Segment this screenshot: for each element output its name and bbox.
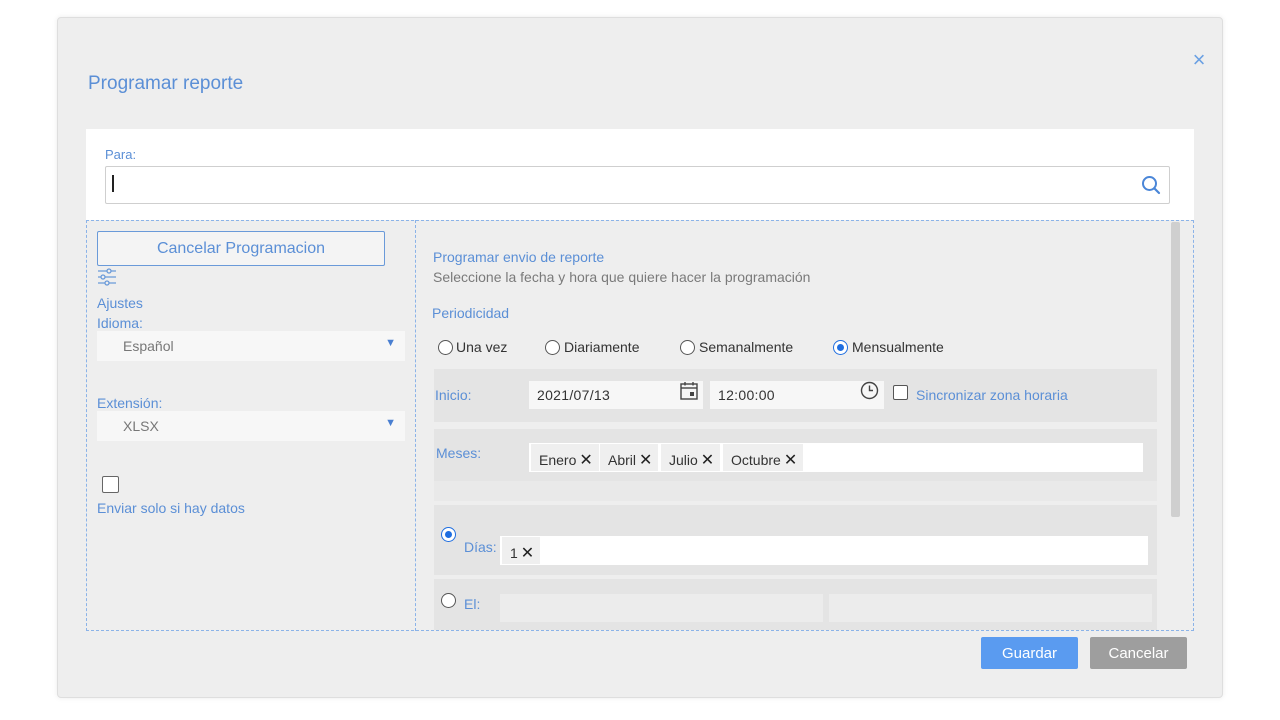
dialog-title: Programar reporte bbox=[88, 73, 244, 94]
calendar-icon[interactable] bbox=[680, 381, 698, 400]
remove-icon[interactable]: ✕ bbox=[784, 452, 797, 469]
recipient-input[interactable] bbox=[105, 166, 1170, 204]
on-weekday-select[interactable] bbox=[829, 594, 1152, 622]
scrollbar[interactable] bbox=[1171, 222, 1180, 517]
sliders-icon[interactable] bbox=[97, 268, 117, 286]
clock-icon[interactable] bbox=[860, 381, 879, 400]
radio-weekly[interactable] bbox=[680, 340, 695, 355]
month-tag: Enero ✕ bbox=[531, 444, 599, 471]
close-icon[interactable]: × bbox=[1190, 49, 1208, 71]
remove-icon[interactable]: ✕ bbox=[521, 545, 534, 562]
remove-icon[interactable]: ✕ bbox=[579, 452, 592, 469]
language-select[interactable]: Español ▼ bbox=[97, 331, 405, 361]
radio-on[interactable] bbox=[441, 593, 456, 608]
on-label: El: bbox=[464, 596, 481, 612]
remove-icon[interactable]: ✕ bbox=[701, 452, 714, 469]
language-label: Idioma: bbox=[97, 315, 143, 331]
month-tag: Octubre ✕ bbox=[723, 444, 804, 471]
days-multiselect[interactable] bbox=[500, 536, 1148, 565]
schedule-subheading: Seleccione la fecha y hora que quiere ha… bbox=[433, 269, 811, 285]
day-tag: 1 ✕ bbox=[502, 537, 541, 564]
radio-once-label[interactable]: Una vez bbox=[456, 339, 507, 355]
radio-daily-label[interactable]: Diariamente bbox=[564, 339, 639, 355]
settings-label: Ajustes bbox=[97, 295, 143, 311]
extension-select[interactable]: XLSX ▼ bbox=[97, 411, 405, 441]
language-value: Español bbox=[123, 338, 174, 354]
start-time-input[interactable]: 12:00:00 bbox=[710, 381, 884, 409]
on-ordinal-select[interactable] bbox=[500, 594, 823, 622]
extension-value: XLSX bbox=[123, 418, 159, 434]
start-time-value: 12:00:00 bbox=[718, 387, 775, 403]
text-cursor bbox=[112, 175, 114, 192]
extension-label: Extensión: bbox=[97, 395, 163, 411]
recipient-label: Para: bbox=[105, 147, 137, 162]
periodicity-label: Periodicidad bbox=[432, 305, 510, 321]
search-icon[interactable] bbox=[1141, 175, 1161, 195]
cancel-schedule-button[interactable]: Cancelar Programacion bbox=[97, 231, 385, 266]
start-label: Inicio: bbox=[435, 387, 472, 403]
radio-daily[interactable] bbox=[545, 340, 560, 355]
chevron-down-icon: ▼ bbox=[385, 417, 396, 429]
sync-timezone-label[interactable]: Sincronizar zona horaria bbox=[916, 387, 1068, 403]
send-only-if-data-checkbox[interactable] bbox=[102, 476, 119, 493]
send-only-if-data-label: Enviar solo si hay datos bbox=[97, 500, 245, 516]
radio-weekly-label[interactable]: Semanalmente bbox=[699, 339, 793, 355]
remove-icon[interactable]: ✕ bbox=[639, 452, 652, 469]
start-date-value: 2021/07/13 bbox=[537, 387, 611, 403]
radio-days[interactable] bbox=[441, 527, 456, 542]
radio-monthly[interactable] bbox=[833, 340, 848, 355]
days-label: Días: bbox=[464, 539, 497, 555]
chevron-down-icon: ▼ bbox=[385, 337, 396, 349]
radio-monthly-label[interactable]: Mensualmente bbox=[852, 339, 944, 355]
schedule-heading: Programar envio de reporte bbox=[433, 249, 605, 265]
months-label: Meses: bbox=[436, 445, 482, 461]
cancel-button[interactable]: Cancelar bbox=[1090, 637, 1187, 669]
sync-timezone-checkbox[interactable] bbox=[893, 385, 908, 400]
start-date-input[interactable]: 2021/07/13 bbox=[529, 381, 703, 409]
month-tag: Julio ✕ bbox=[661, 444, 721, 471]
months-panel-footer bbox=[434, 481, 1157, 501]
save-button[interactable]: Guardar bbox=[981, 637, 1078, 669]
radio-once[interactable] bbox=[438, 340, 453, 355]
month-tag: Abril ✕ bbox=[600, 444, 659, 471]
schedule-panel: Programar envio de reporte Seleccione la… bbox=[417, 221, 1193, 630]
